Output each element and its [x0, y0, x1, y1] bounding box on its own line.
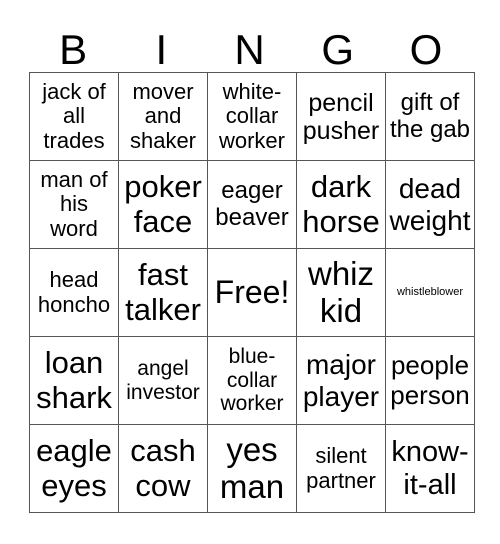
free-space-cell[interactable]: Free!: [207, 248, 297, 337]
bingo-cell[interactable]: angel investor: [118, 336, 208, 425]
bingo-cell[interactable]: people person: [385, 336, 475, 425]
bingo-cell[interactable]: poker face: [118, 160, 208, 249]
bingo-cell[interactable]: major player: [296, 336, 386, 425]
bingo-cell[interactable]: fast talker: [118, 248, 208, 337]
bingo-cell[interactable]: blue- collar worker: [207, 336, 297, 425]
grid-row: man of his word poker face eager beaver …: [29, 160, 475, 249]
header-letter-i: I: [155, 26, 168, 73]
bingo-cell[interactable]: whistleblower: [385, 248, 475, 337]
bingo-cell[interactable]: man of his word: [29, 160, 119, 249]
bingo-header: B I N G O: [29, 28, 470, 72]
bingo-cell[interactable]: gift of the gab: [385, 72, 475, 161]
header-letter-g: G: [321, 26, 355, 73]
bingo-cell[interactable]: pencil pusher: [296, 72, 386, 161]
bingo-cell[interactable]: cash cow: [118, 424, 208, 513]
bingo-cell[interactable]: dark horse: [296, 160, 386, 249]
bingo-cell[interactable]: know- it-all: [385, 424, 475, 513]
grid-row: head honcho fast talker Free! whiz kid w…: [29, 248, 475, 337]
grid-row: jack of all trades mover and shaker whit…: [29, 72, 475, 161]
grid-row: loan shark angel investor blue- collar w…: [29, 336, 475, 425]
bingo-cell[interactable]: white- collar worker: [207, 72, 297, 161]
bingo-grid: jack of all trades mover and shaker whit…: [29, 72, 475, 513]
bingo-cell[interactable]: eager beaver: [207, 160, 297, 249]
bingo-cell[interactable]: jack of all trades: [29, 72, 119, 161]
bingo-cell[interactable]: mover and shaker: [118, 72, 208, 161]
header-letter-n: N: [234, 26, 265, 73]
bingo-cell[interactable]: yes man: [207, 424, 297, 513]
header-letter-b: B: [59, 26, 88, 73]
bingo-cell[interactable]: whiz kid: [296, 248, 386, 337]
header-letter-o: O: [409, 26, 443, 73]
bingo-cell[interactable]: dead weight: [385, 160, 475, 249]
bingo-cell[interactable]: silent partner: [296, 424, 386, 513]
bingo-cell[interactable]: loan shark: [29, 336, 119, 425]
grid-row: eagle eyes cash cow yes man silent partn…: [29, 424, 475, 513]
bingo-cell[interactable]: head honcho: [29, 248, 119, 337]
bingo-cell[interactable]: eagle eyes: [29, 424, 119, 513]
